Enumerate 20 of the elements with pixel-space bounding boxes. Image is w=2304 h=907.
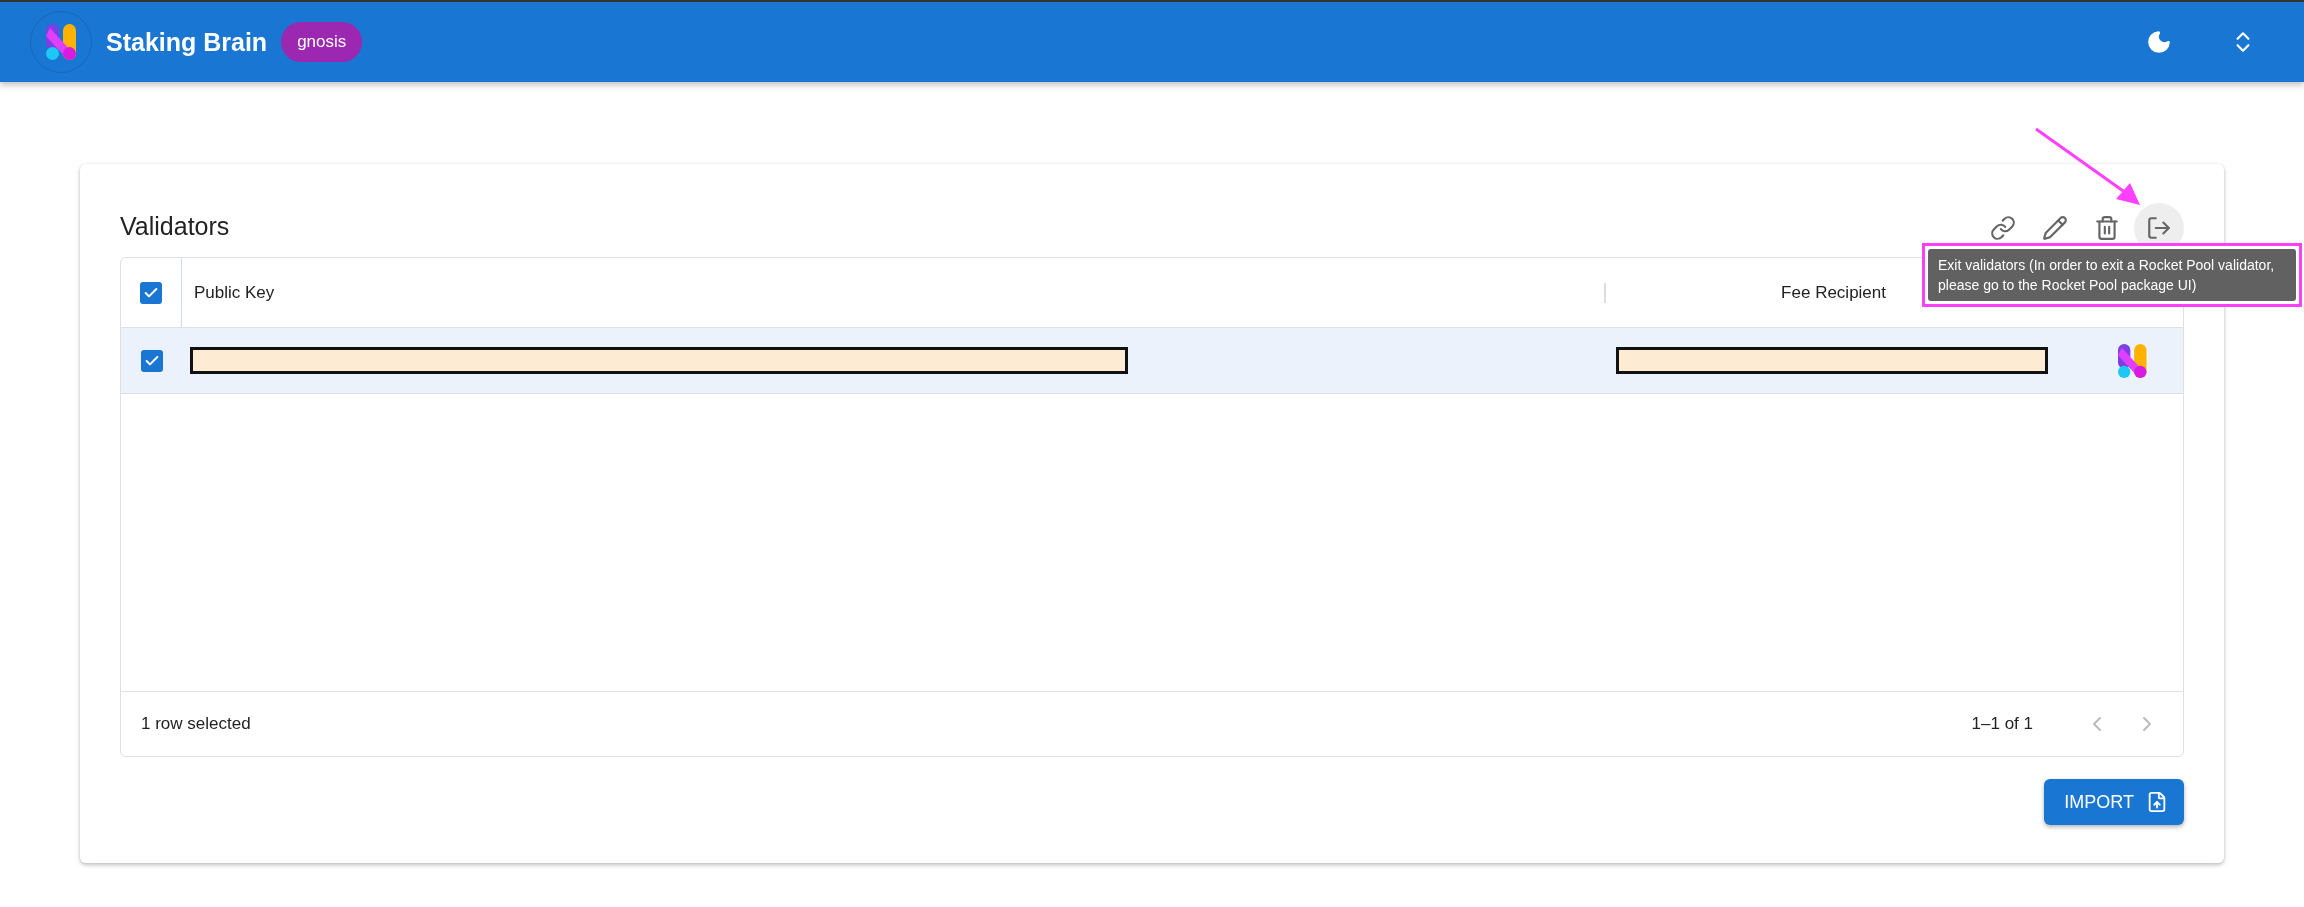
- card-title: Validators: [120, 212, 230, 241]
- network-chip: gnosis: [281, 22, 363, 62]
- column-header[interactable]: Fee Recipient: [1781, 282, 1886, 303]
- page-range: 1–1 of 1: [1971, 714, 2033, 734]
- import-button[interactable]: IMPORT: [2044, 779, 2184, 825]
- trash-icon: [2094, 215, 2120, 241]
- moon-icon: [2146, 29, 2172, 55]
- table-row[interactable]: [121, 328, 2183, 394]
- exit-icon: [2146, 215, 2172, 241]
- logo-icon: [46, 22, 76, 62]
- select-all-checkbox[interactable]: [140, 281, 162, 304]
- link-icon: [1990, 215, 2016, 241]
- selection-count: 1 row selected: [141, 714, 251, 734]
- row-checkbox[interactable]: [140, 349, 163, 372]
- file-upload-icon: [2146, 791, 2168, 813]
- logo-icon: [2118, 341, 2147, 380]
- app-title: Staking Brain: [106, 27, 268, 57]
- column-header[interactable]: Public Key: [194, 282, 275, 303]
- tooltip-text: Exit validators (In order to exit a Rocket Pool validator, please go to the Rocket Pool package UI): [1928, 249, 2296, 301]
- pencil-icon: [2042, 215, 2068, 241]
